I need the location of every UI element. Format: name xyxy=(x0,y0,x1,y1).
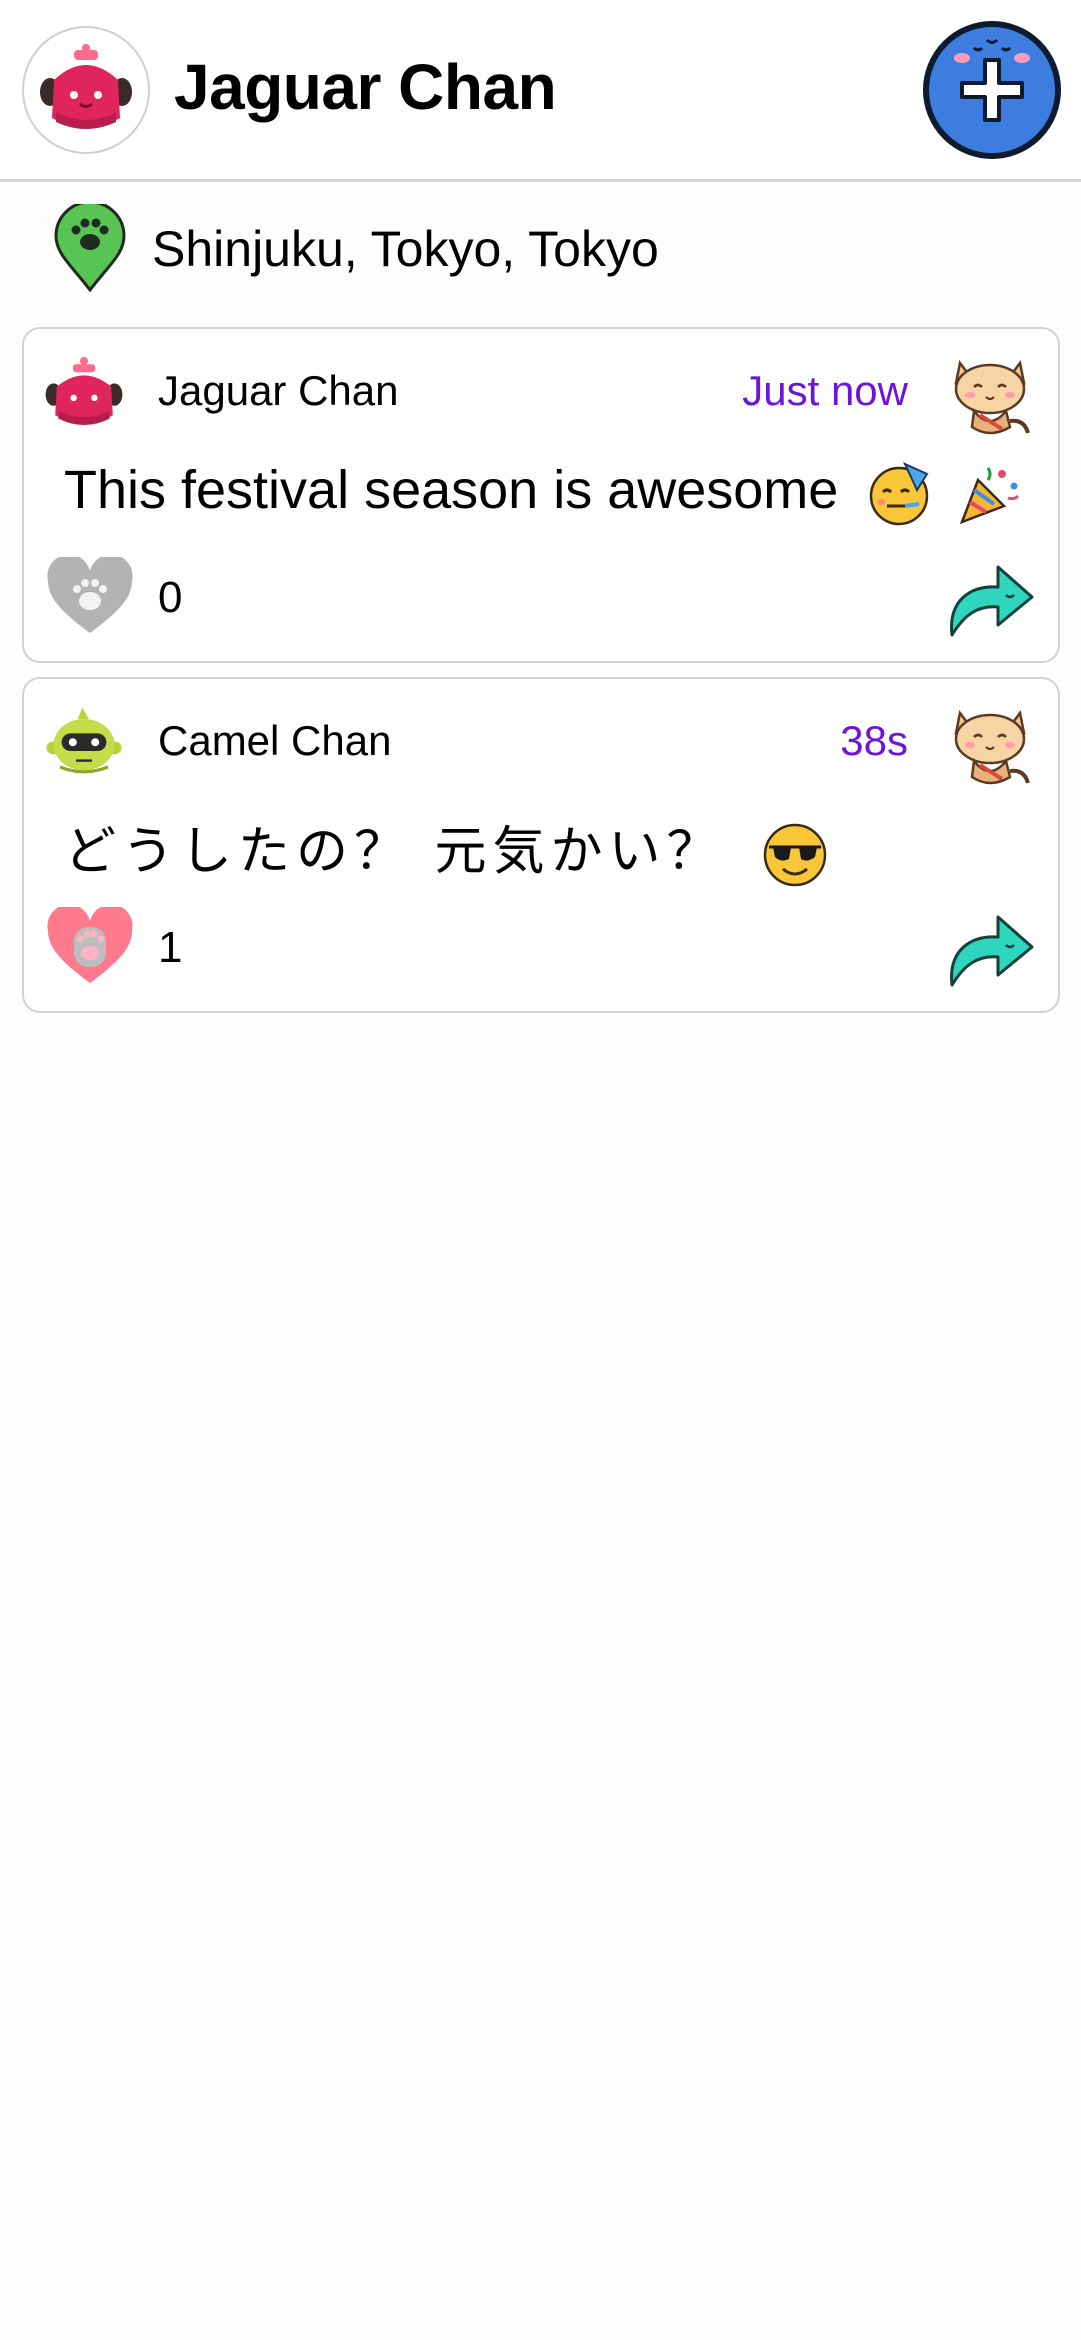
cat-sticker-icon xyxy=(954,710,1030,785)
share-button[interactable] xyxy=(944,907,1036,991)
post-timestamp: Just now xyxy=(742,367,908,414)
like-button[interactable] xyxy=(44,904,136,987)
post-card[interactable]: Jaguar Chan Just now This festival seaso… xyxy=(22,327,1060,663)
like-button[interactable] xyxy=(44,554,136,637)
camel-avatar-icon xyxy=(46,707,122,774)
like-count: 0 xyxy=(158,573,183,622)
post-body: どうしたの？ 元気かい？ xyxy=(64,809,829,889)
add-plus-icon xyxy=(923,21,1061,159)
share-arrow-icon xyxy=(950,565,1034,637)
heart-paw-icon xyxy=(47,554,133,633)
page-title: Jaguar Chan xyxy=(174,51,557,123)
map-pin-paw-icon xyxy=(54,204,126,292)
location-row[interactable]: Shinjuku, Tokyo, Tokyo xyxy=(0,200,1081,296)
jaguar-avatar-icon xyxy=(45,357,123,425)
post-author[interactable]: Camel Chan xyxy=(158,717,391,765)
post-author[interactable]: Jaguar Chan xyxy=(158,367,399,415)
add-post-button[interactable] xyxy=(922,20,1062,160)
share-button[interactable] xyxy=(944,557,1036,641)
like-count: 1 xyxy=(158,923,183,972)
post-body-text: どうしたの？ 元気かい？ xyxy=(64,822,725,882)
party-popper-icon xyxy=(960,466,1020,524)
app-screen: Jaguar Chan Shinjuku, Tokyo, Tokyo Jagua… xyxy=(0,0,1081,2340)
party-face-icon xyxy=(870,461,929,525)
sunglasses-face-icon xyxy=(763,823,827,887)
post-body-text: This festival season is awesome xyxy=(64,460,839,520)
cat-sticker-icon xyxy=(954,360,1030,435)
heart-paw-icon xyxy=(47,904,133,983)
post-card[interactable]: Camel Chan 38s どうしたの？ 元気かい？ 1 xyxy=(22,677,1060,1013)
jaguar-avatar-icon xyxy=(40,44,132,129)
app-header: Jaguar Chan xyxy=(0,0,1081,182)
post-timestamp: 38s xyxy=(840,717,908,764)
profile-avatar[interactable] xyxy=(22,26,150,154)
location-text: Shinjuku, Tokyo, Tokyo xyxy=(152,221,659,277)
share-arrow-icon xyxy=(950,915,1034,987)
post-body: This festival season is awesome xyxy=(64,459,1024,528)
